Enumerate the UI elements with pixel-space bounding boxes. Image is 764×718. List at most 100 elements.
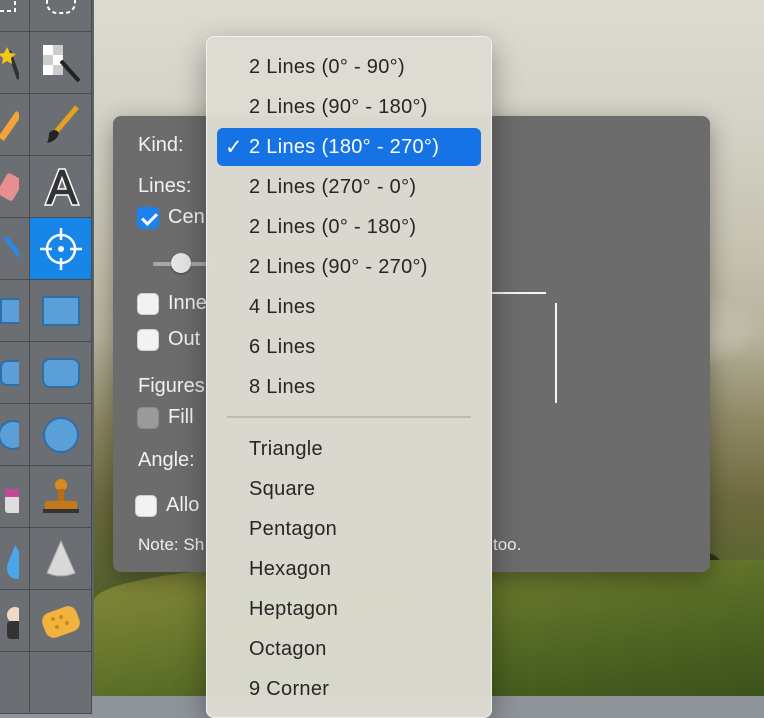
rect-select-icon [0,0,16,12]
menu-item-pentagon[interactable]: Pentagon [217,510,481,548]
paint-bucket-tool[interactable] [0,466,30,528]
magic-wand-icon [0,46,19,80]
sponge-tool[interactable] [30,590,92,652]
cone-tool[interactable] [30,528,92,590]
menu-item-label: Hexagon [249,557,332,580]
ellipse-select-tool[interactable] [30,0,92,32]
menu-item-2-lines-90-180[interactable]: 2 Lines (90° - 180°) [217,88,481,126]
figures-label: Figures [138,375,205,397]
filled-rounded-rect-icon [41,357,80,388]
stamp-icon [42,478,79,513]
eraser-tool[interactable] [0,156,30,218]
checker-wand-icon [42,44,80,82]
cone-icon [45,539,76,576]
magic-wand-tool[interactable] [0,32,30,94]
inner-checkbox[interactable] [137,293,159,315]
kind-dropdown-menu: 2 Lines (0° - 90°) 2 Lines (90° - 180°) … [206,36,492,718]
center-checkbox[interactable] [137,207,159,229]
menu-item-8-lines[interactable]: 8 Lines [217,368,481,406]
slider-thumb[interactable] [171,253,191,273]
rounded-rect-icon [0,359,19,386]
outer-checkbox-label: Out [168,328,201,350]
menu-item-label: Square [249,477,316,500]
brush-icon [46,104,79,143]
preview-horizontal-line [488,292,546,294]
menu-item-triangle[interactable]: Triangle [217,430,481,468]
menu-item-2-lines-0-180[interactable]: 2 Lines (0° - 180°) [217,208,481,246]
paint-bucket-icon [4,488,19,513]
kind-label: Kind: [138,134,184,156]
menu-item-label: 2 Lines (0° - 90°) [249,55,405,78]
menu-item-label: 2 Lines (270° - 0°) [249,175,417,198]
rectangle-tool[interactable] [0,280,30,342]
rect-select-tool[interactable] [0,0,30,32]
filled-ellipse-icon [42,416,79,453]
center-checkbox-label: Cen [168,206,205,228]
menu-item-9-corner[interactable]: 9 Corner [217,670,481,708]
menu-item-octagon[interactable]: Octagon [217,630,481,668]
drop-icon [6,544,19,579]
note-text: Note: Sh [138,535,205,554]
rounded-rect-tool[interactable] [0,342,30,404]
pencil-icon [0,110,19,141]
preview-vertical-line [555,303,557,403]
menu-item-label: 4 Lines [249,295,316,318]
menu-item-label: 2 Lines (90° - 270°) [249,255,428,278]
menu-item-label: 6 Lines [249,335,316,358]
menu-item-label: 2 Lines (90° - 180°) [249,95,428,118]
sponge-icon [41,605,80,638]
tool-palette [0,0,94,714]
menu-item-2-lines-90-270[interactable]: 2 Lines (90° - 270°) [217,248,481,286]
menu-item-label: Heptagon [249,597,339,620]
outer-checkbox[interactable] [137,329,159,351]
menu-item-label: Triangle [249,437,323,460]
note-text-tail: too. [493,535,522,554]
menu-item-heptagon[interactable]: Heptagon [217,590,481,628]
inner-checkbox-label: Inne [168,292,207,314]
menu-item-2-lines-180-270[interactable]: ✓ 2 Lines (180° - 270°) [217,128,481,166]
allow-checkbox[interactable] [135,495,157,517]
rectangle-icon [0,297,19,324]
line-tool[interactable] [0,218,30,280]
menu-item-label: Pentagon [249,517,338,540]
eraser-icon [0,172,19,201]
extra-tool-right[interactable] [30,652,92,714]
smudge-tool[interactable] [0,590,30,652]
menu-separator [227,416,471,418]
menu-item-label: 9 Corner [249,677,330,700]
brush-tool[interactable] [30,94,92,156]
text-icon [43,167,80,206]
menu-item-hexagon[interactable]: Hexagon [217,550,481,588]
menu-item-label: 8 Lines [249,375,316,398]
extra-tool-left[interactable] [0,652,30,714]
crosshair-icon [39,227,82,270]
menu-item-2-lines-0-90[interactable]: 2 Lines (0° - 90°) [217,48,481,86]
line-icon [2,234,19,259]
smudge-icon [6,606,19,639]
ellipse-tool[interactable] [0,404,30,466]
crosshair-tool[interactable] [30,218,92,280]
menu-item-square[interactable]: Square [217,470,481,508]
pencil-tool[interactable] [0,94,30,156]
menu-item-2-lines-270-0[interactable]: 2 Lines (270° - 0°) [217,168,481,206]
menu-item-6-lines[interactable]: 6 Lines [217,328,481,366]
angle-label: Angle: [138,449,195,471]
text-tool[interactable] [30,156,92,218]
menu-item-label: Octagon [249,637,327,660]
drop-tool[interactable] [0,528,30,590]
fill-checkbox-label: Fill [168,406,194,428]
fill-checkbox[interactable] [137,407,159,429]
filled-rectangle-tool[interactable] [30,280,92,342]
ellipse-icon [0,419,19,450]
lines-label: Lines: [138,175,192,197]
menu-item-4-lines[interactable]: 4 Lines [217,288,481,326]
checkmark-icon: ✓ [225,136,243,159]
filled-ellipse-tool[interactable] [30,404,92,466]
allow-checkbox-label: Allo [166,494,200,516]
stamp-tool[interactable] [30,466,92,528]
menu-item-label: 2 Lines (0° - 180°) [249,215,417,238]
checker-wand-tool[interactable] [30,32,92,94]
ellipse-select-icon [45,0,76,14]
menu-item-label: 2 Lines (180° - 270°) [249,135,440,158]
filled-rounded-rect-tool[interactable] [30,342,92,404]
